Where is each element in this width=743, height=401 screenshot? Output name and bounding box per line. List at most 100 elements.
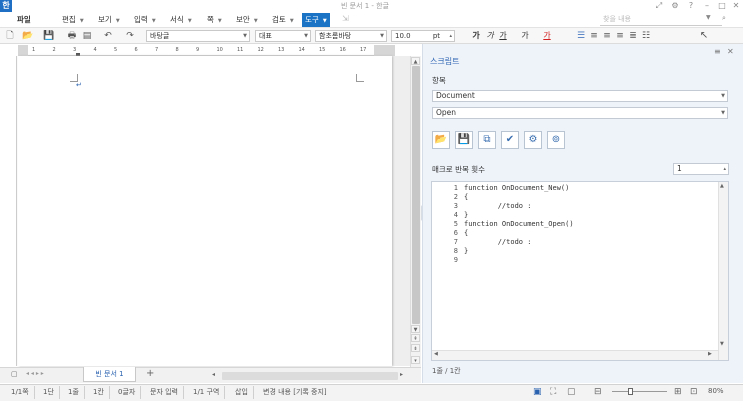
status-kan[interactable]: 1칸: [88, 386, 110, 399]
ruler-tick-label: 11: [237, 47, 244, 53]
menu-tools[interactable]: 도구 ▼: [302, 13, 330, 27]
preview-icon[interactable]: ▤: [81, 30, 93, 42]
status-section[interactable]: 1/1 구역: [188, 386, 226, 399]
zoom-fit-icon[interactable]: ⊡: [690, 387, 698, 397]
ruler-tick-label: 14: [298, 47, 305, 53]
font-select[interactable]: 함초롬바탕 ▼: [315, 30, 387, 42]
panel-menu-icon[interactable]: ≡: [714, 47, 721, 56]
page-down-button[interactable]: ⇟: [411, 344, 420, 352]
close-icon[interactable]: ✕: [729, 0, 743, 12]
help-search-input[interactable]: 찾을 내용: [600, 13, 722, 26]
menu-page[interactable]: 쪽 ▼: [204, 13, 225, 27]
code-vertical-scrollbar[interactable]: [718, 182, 728, 360]
vertical-ruler[interactable]: [6, 56, 17, 366]
distribute-icon[interactable]: ≣: [627, 30, 639, 42]
zoom-out-icon[interactable]: ⊟: [594, 387, 602, 397]
zoom-slider-thumb[interactable]: [628, 388, 633, 395]
align-right-icon[interactable]: ≡: [601, 30, 613, 42]
open-folder-icon[interactable]: 📂: [22, 30, 34, 42]
style-select[interactable]: 바탕글 ▼: [146, 30, 250, 42]
app-logo-icon[interactable]: 한: [0, 0, 12, 12]
zoom-slider-track[interactable]: [612, 391, 667, 392]
save-script-button[interactable]: 💾: [455, 131, 473, 149]
tab-list-icon[interactable]: ▢: [11, 370, 18, 378]
page-next-button[interactable]: ▾: [411, 356, 420, 364]
menu-edit[interactable]: 편집 ▼: [59, 13, 87, 27]
open-script-button[interactable]: 📂: [432, 131, 450, 149]
ribbon-collapse-icon[interactable]: ⇲: [342, 14, 349, 23]
horizontal-ruler[interactable]: 1 2 3 4 5 6 7 8 9 10 11 12 13 14 15 16 17: [18, 45, 395, 56]
status-page[interactable]: 1/1쪽: [6, 386, 35, 399]
scroll-up-button[interactable]: ▲: [411, 57, 420, 65]
strikethrough-button[interactable]: 가: [520, 30, 530, 42]
menu-file[interactable]: 파일: [14, 13, 34, 27]
page-view-icon[interactable]: ▢: [567, 387, 576, 397]
fit-view-icon[interactable]: ⛶: [550, 387, 556, 397]
align-justify-icon[interactable]: ☰: [575, 30, 587, 42]
macro-record-button[interactable]: ⊚: [547, 131, 565, 149]
document-page[interactable]: [18, 56, 392, 366]
align-center-icon[interactable]: ≡: [614, 30, 626, 42]
zoom-in-icon[interactable]: ⊞: [674, 387, 682, 397]
add-tab-button[interactable]: +: [146, 368, 154, 379]
normal-view-icon[interactable]: ▣: [533, 387, 542, 397]
check-script-button[interactable]: ✔: [501, 131, 519, 149]
horizontal-scrollbar[interactable]: [222, 372, 398, 380]
undo-icon[interactable]: ↶: [102, 30, 114, 42]
scroll-right-icon[interactable]: ▸: [400, 371, 403, 378]
status-line[interactable]: 1줄: [63, 386, 85, 399]
scroll-up-icon[interactable]: ▲: [720, 183, 724, 189]
run-script-button[interactable]: ⚙: [524, 131, 542, 149]
menu-view[interactable]: 보기 ▼: [95, 13, 123, 27]
font-size-input[interactable]: 10.0 pt ▴: [391, 30, 455, 42]
line-number: 4: [453, 211, 458, 219]
maximize-icon[interactable]: □: [715, 0, 729, 12]
scroll-thumb[interactable]: [412, 66, 420, 324]
save-icon[interactable]: 💾: [43, 30, 55, 42]
scroll-left-icon[interactable]: ◀: [434, 351, 438, 357]
ruler-tick-label: 9: [196, 47, 200, 53]
code-line: 9: [432, 256, 464, 265]
menu-security[interactable]: 보안 ▼: [233, 13, 261, 27]
italic-button[interactable]: 가: [485, 30, 495, 42]
object-select[interactable]: Document ▼: [432, 90, 728, 102]
font-color-button[interactable]: 가: [542, 30, 552, 42]
menu-review[interactable]: 검토 ▼: [269, 13, 297, 27]
scroll-down-button[interactable]: ▼: [411, 325, 420, 333]
minimize-icon[interactable]: –: [700, 0, 714, 12]
page-up-button[interactable]: ⇞: [411, 334, 420, 342]
bold-button[interactable]: 가: [471, 30, 481, 42]
menu-format[interactable]: 서식 ▼: [167, 13, 195, 27]
status-insert[interactable]: 삽입: [230, 386, 254, 399]
language-select[interactable]: 대표 ▼: [255, 30, 311, 42]
scroll-right-icon[interactable]: ▶: [708, 351, 712, 357]
code-horizontal-scrollbar[interactable]: [432, 350, 718, 360]
save-as-script-button[interactable]: ⧉: [478, 131, 496, 149]
help-icon[interactable]: ?: [684, 0, 698, 12]
fullscreen-icon[interactable]: ⤢: [652, 0, 666, 12]
underline-button[interactable]: 가: [498, 30, 508, 42]
repeat-count-input[interactable]: 1 ▴: [673, 163, 729, 175]
scroll-left-icon[interactable]: ◂: [212, 371, 215, 378]
settings-icon[interactable]: ⚙: [668, 0, 682, 12]
chevron-down-icon[interactable]: ▼: [706, 14, 711, 21]
script-code-editor[interactable]: 1 function OnDocument_New() 2{ 3 //todo :…: [431, 181, 729, 361]
tab-nav-icon[interactable]: ◂ ◂ ▸ ▸: [26, 370, 44, 377]
new-document-icon[interactable]: 🗋: [4, 30, 16, 42]
status-track-changes[interactable]: 변경 내용 [기록 중지]: [258, 386, 332, 399]
status-chars[interactable]: 0글자: [113, 386, 142, 399]
divide-icon[interactable]: ☷: [640, 30, 652, 42]
scroll-down-icon[interactable]: ▼: [720, 341, 724, 347]
line-number: 8: [453, 247, 458, 255]
panel-close-icon[interactable]: ✕: [727, 47, 734, 56]
zoom-level[interactable]: 80%: [708, 387, 724, 395]
print-icon[interactable]: 🖶: [66, 30, 78, 42]
align-left-icon[interactable]: ≡: [588, 30, 600, 42]
tab-document[interactable]: 빈 문서 1: [83, 367, 136, 382]
event-select[interactable]: Open ▼: [432, 107, 728, 119]
search-icon[interactable]: ⌕: [722, 14, 726, 23]
status-mode[interactable]: 문자 입력: [145, 386, 184, 399]
redo-icon[interactable]: ↷: [124, 30, 136, 42]
menu-insert[interactable]: 입력 ▼: [131, 13, 159, 27]
status-column[interactable]: 1단: [38, 386, 60, 399]
